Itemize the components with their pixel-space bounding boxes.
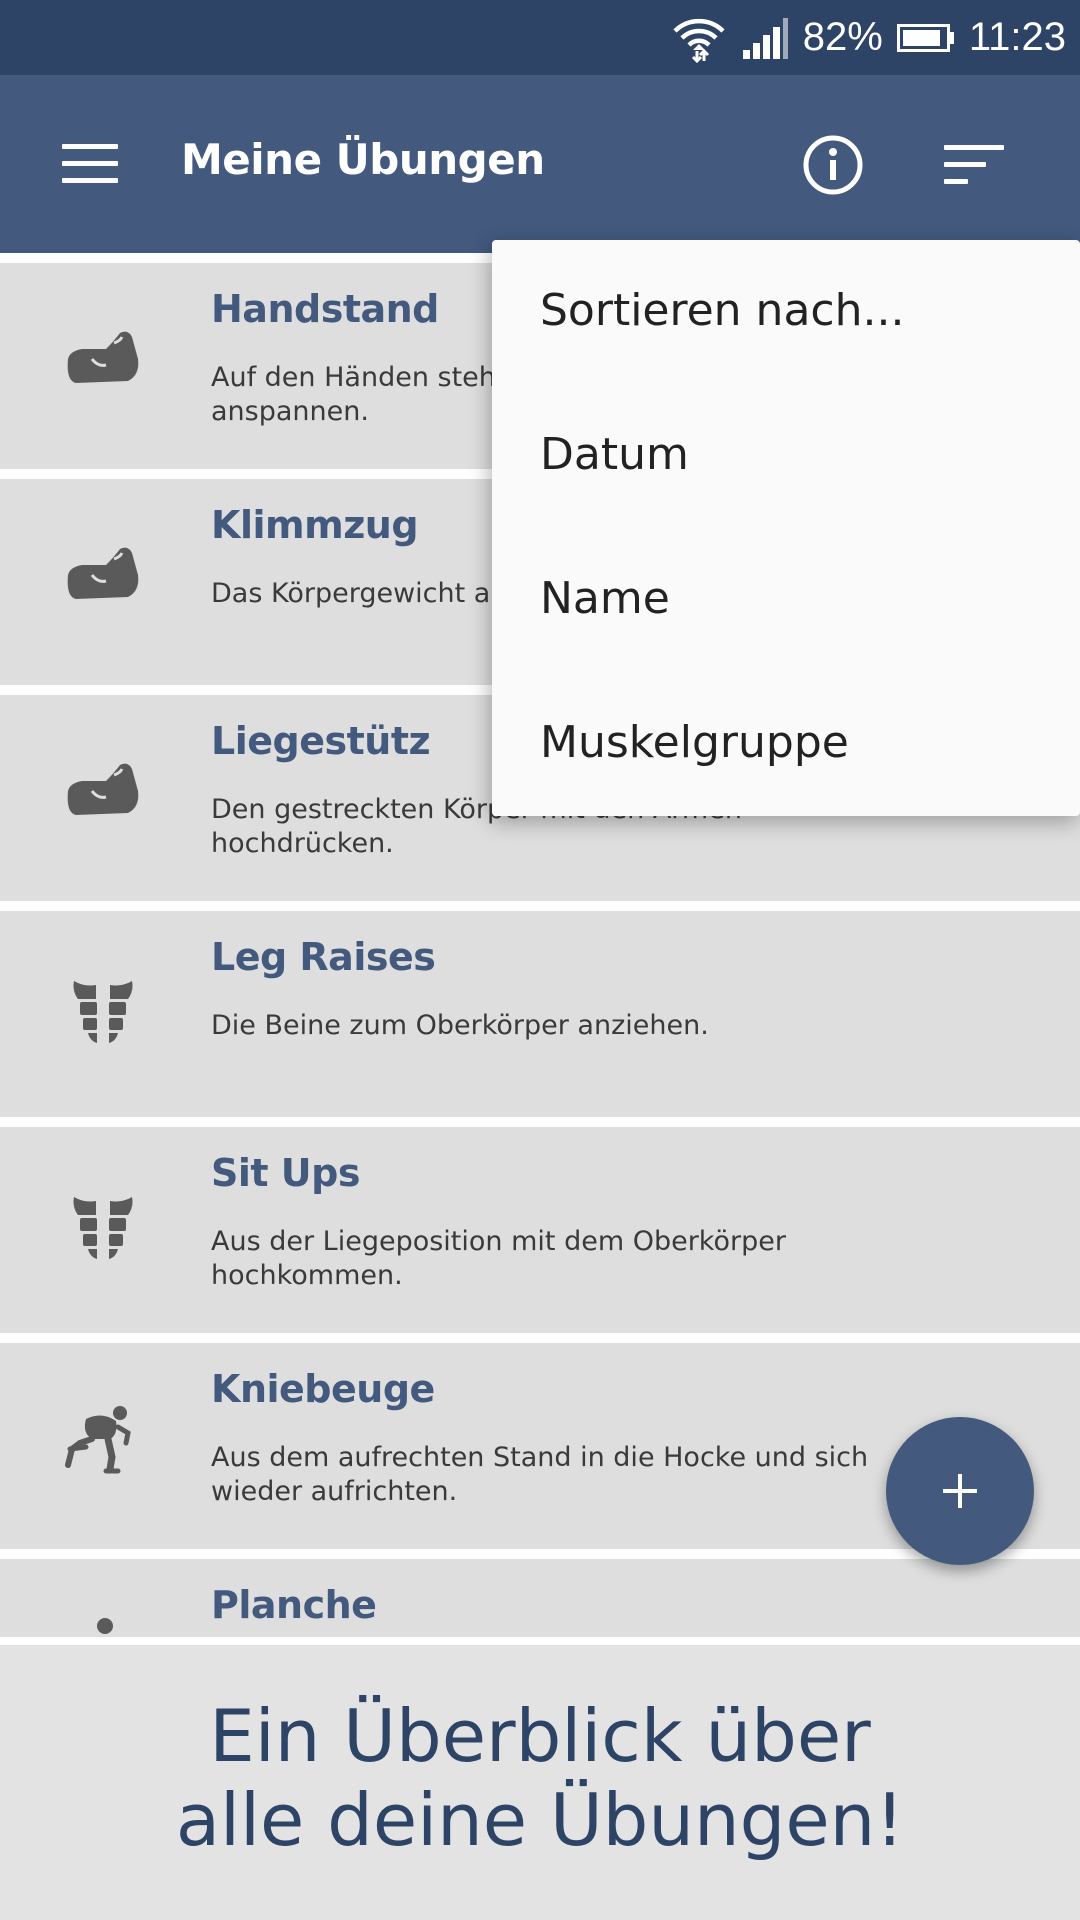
banner-text: Ein Überblick über alle deine Übungen!: [0, 1694, 1080, 1862]
abs-icon: [73, 1197, 133, 1259]
list-item[interactable]: Sit Ups Aus der Liegeposition mit dem Ob…: [0, 1127, 1080, 1333]
status-bar: 82% 11:23: [0, 0, 1080, 75]
page-title: Meine Übungen: [181, 135, 545, 184]
status-indicators: 82% 11:23: [671, 0, 1066, 75]
exercise-description: Die Beine zum Oberkörper anziehen.: [211, 1010, 709, 1041]
signal-icon: [742, 17, 788, 59]
arm-muscle-icon: [67, 547, 139, 599]
exercise-title: Planche: [211, 1583, 377, 1627]
banner-line-2: alle deine Übungen!: [175, 1778, 905, 1862]
list-item[interactable]: Planche: [0, 1559, 1080, 1637]
battery-percent: 82%: [802, 15, 883, 59]
battery-icon: [896, 23, 954, 52]
arm-muscle-icon: [67, 763, 139, 815]
exercise-description: Aus der Liegeposition mit dem Oberkörper…: [211, 1226, 786, 1291]
sort-option-date[interactable]: Datum: [540, 429, 689, 480]
app-bar: Meine Übungen: [0, 75, 1080, 253]
squat-icon: [65, 1406, 131, 1474]
sort-option-name[interactable]: Name: [540, 573, 670, 624]
planche-icon: [97, 1618, 113, 1634]
sort-menu: Sortieren nach... Datum Name Muskelgrupp…: [492, 240, 1080, 816]
exercise-description: Aus dem aufrechten Stand in die Hocke un…: [211, 1442, 869, 1507]
sort-icon[interactable]: [944, 145, 1004, 187]
exercise-title: Kniebeuge: [211, 1367, 435, 1411]
promo-banner: Ein Überblick über alle deine Übungen!: [0, 1637, 1080, 1920]
banner-line-1: Ein Überblick über: [209, 1694, 871, 1778]
exercise-title: Klimmzug: [211, 503, 419, 547]
info-icon[interactable]: [802, 134, 864, 196]
exercise-title: Handstand: [211, 287, 439, 331]
sort-menu-header: Sortieren nach...: [540, 285, 905, 336]
arm-muscle-icon: [67, 331, 139, 383]
sort-option-muscle-group[interactable]: Muskelgruppe: [540, 717, 849, 768]
exercise-title: Sit Ups: [211, 1151, 360, 1195]
list-item[interactable]: Leg Raises Die Beine zum Oberkörper anzi…: [0, 911, 1080, 1117]
abs-icon: [73, 981, 133, 1043]
wifi-icon: [673, 18, 725, 63]
exercise-title: Leg Raises: [211, 935, 436, 979]
clock: 11:23: [968, 15, 1066, 59]
exercise-title: Liegestütz: [211, 719, 431, 763]
add-exercise-button[interactable]: [886, 1417, 1034, 1565]
menu-icon[interactable]: [62, 144, 118, 184]
